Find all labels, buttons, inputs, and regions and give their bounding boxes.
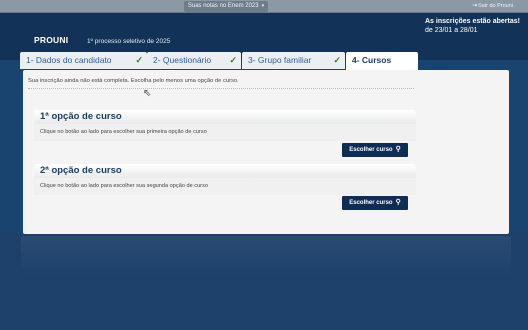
button-label: Escolher curso xyxy=(349,147,393,153)
main-panel: Sua inscrição ainda não está completa. E… xyxy=(23,70,509,234)
opcao-1-body: Clique no botão ao lado para escolher su… xyxy=(34,124,416,141)
tab-cursos[interactable]: 4- Cursos xyxy=(346,52,418,71)
check-icon: ✓ xyxy=(333,55,341,65)
opcao-1-title: 1ª opção de curso xyxy=(34,110,416,124)
button-label: Escolher curso xyxy=(349,200,393,206)
inscricao-warning: Sua inscrição ainda não está completa. E… xyxy=(28,78,239,84)
processo-label: 1º processo seletivo de 2025 xyxy=(87,38,171,45)
tab-label: 1- Dados do candidato xyxy=(26,55,112,65)
inscricoes-line2: de 23/01 a 28/01 xyxy=(425,27,478,34)
notas-enem-dropdown[interactable]: Suas notas no Enem 2023 ▾ xyxy=(184,1,268,12)
tab-questionario[interactable]: 2- Questionário ✓ xyxy=(147,52,241,69)
opcao-1-description: Clique no botão ao lado para escolher su… xyxy=(40,129,207,135)
chevron-down-icon: ▾ xyxy=(261,3,265,9)
opcao-2-section: 2ª opção de curso Clique no botão ao lad… xyxy=(34,164,416,195)
tab-label: 3- Grupo familiar xyxy=(248,55,312,65)
inscricoes-line1: As inscrições estão abertas! xyxy=(425,18,520,25)
panel-reflection xyxy=(21,236,511,276)
step-tabs: 1- Dados do candidato ✓ 2- Questionário … xyxy=(20,52,420,71)
tab-label: 4- Cursos xyxy=(352,55,392,65)
check-icon: ✓ xyxy=(135,55,143,65)
tab-label: 2- Questionário xyxy=(153,55,212,65)
notas-enem-label: Suas notas no Enem 2023 xyxy=(187,3,259,9)
tab-dados-candidato[interactable]: 1- Dados do candidato ✓ xyxy=(20,52,147,69)
opcao-1-section: 1ª opção de curso Clique no botão ao lad… xyxy=(34,110,416,141)
search-icon: ⚲ xyxy=(395,199,401,206)
escolher-curso-1-button[interactable]: Escolher curso ⚲ xyxy=(342,143,408,157)
opcao-2-body: Clique no botão ao lado para escolher su… xyxy=(34,178,416,195)
escolher-curso-2-button[interactable]: Escolher curso ⚲ xyxy=(342,196,408,210)
sair-label: Sair do Prouni xyxy=(478,3,513,9)
top-bar: Suas notas no Enem 2023 ▾ ⇥Sair do Prouni xyxy=(0,0,528,13)
search-icon: ⚲ xyxy=(395,146,401,153)
opcao-2-description: Clique no botão ao lado para escolher su… xyxy=(40,183,208,189)
header: PROUNI 1º processo seletivo de 2025 As i… xyxy=(0,13,528,53)
divider xyxy=(28,88,414,89)
inscricoes-notice: As inscrições estão abertas! de 23/01 a … xyxy=(425,17,525,35)
tab-grupo-familiar[interactable]: 3- Grupo familiar ✓ xyxy=(242,52,345,69)
exit-icon: ⇥ xyxy=(472,3,478,9)
mouse-cursor-icon: ⇖ xyxy=(143,88,152,99)
check-icon: ✓ xyxy=(229,55,237,65)
opcao-2-title: 2ª opção de curso xyxy=(34,164,416,178)
sair-link[interactable]: ⇥Sair do Prouni xyxy=(472,2,513,11)
brand-logo: PROUNI xyxy=(34,35,69,45)
